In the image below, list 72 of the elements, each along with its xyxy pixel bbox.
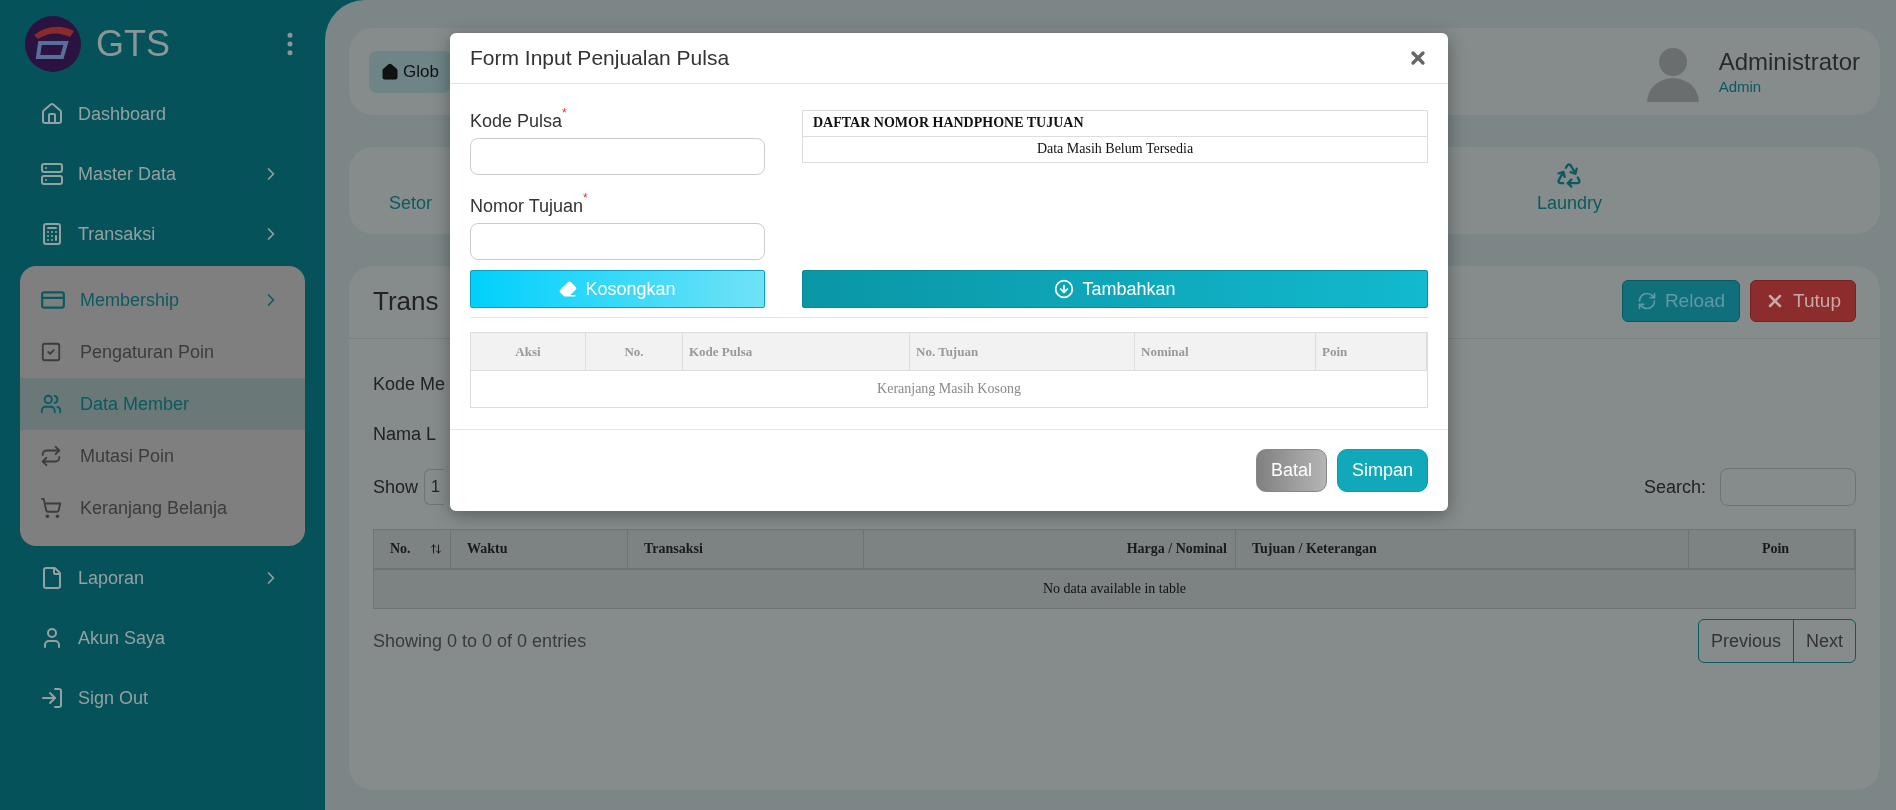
input-field[interactable] xyxy=(470,223,765,260)
column-header: No. xyxy=(586,333,683,371)
submenu-item[interactable]: Pengaturan Poin xyxy=(20,326,305,378)
required-mark: * xyxy=(562,106,567,120)
reload-button[interactable]: Reload xyxy=(1621,280,1741,322)
column-header: Nominal xyxy=(1135,333,1316,371)
panel-title: Trans xyxy=(373,285,439,317)
sidebar-item[interactable]: Akun Saya xyxy=(20,608,305,668)
empty-message: Keranjang Masih Kosong xyxy=(876,380,1022,398)
field-label: Nama L xyxy=(373,422,437,446)
sidebar-item[interactable]: Membership xyxy=(20,274,305,326)
eraser-icon xyxy=(559,280,578,298)
sidebar-item[interactable]: Master Data xyxy=(20,144,305,204)
close-button[interactable]: Tutup xyxy=(1750,280,1856,322)
close-button[interactable] xyxy=(1408,48,1428,68)
checkbox-icon xyxy=(40,341,62,363)
show-label: Show xyxy=(373,476,419,498)
file-icon xyxy=(40,566,64,590)
recycle-icon xyxy=(1555,161,1584,189)
column-header: Poin xyxy=(1316,333,1427,371)
modal-title: Form Input Penjualan Pulsa xyxy=(470,46,730,70)
submenu-item[interactable]: Keranjang Belanja xyxy=(20,482,305,534)
column-header[interactable]: Transaksi xyxy=(628,530,864,570)
brand-name: GTS xyxy=(96,23,171,65)
user-name: Administrator xyxy=(1718,48,1860,76)
logo-icon xyxy=(24,15,82,73)
column-header[interactable]: No. xyxy=(374,530,451,570)
length-select[interactable]: 1 xyxy=(424,469,445,505)
shortcut-link[interactable]: Setor xyxy=(389,193,433,214)
column-header: Aksi xyxy=(471,333,586,371)
field-label: Kode Pulsa xyxy=(470,111,563,132)
server-icon xyxy=(40,162,64,186)
sidebar-item[interactable]: Laporan xyxy=(20,548,305,608)
save-button[interactable]: Simpan xyxy=(1336,449,1428,492)
users-icon xyxy=(40,393,62,415)
sidebar-item[interactable]: Transaksi xyxy=(20,204,305,264)
add-button[interactable]: Tambahkan xyxy=(802,270,1428,308)
column-header[interactable]: Harga / Nominal xyxy=(864,530,1236,570)
cart-icon xyxy=(40,497,62,519)
home-icon xyxy=(381,62,399,81)
search-field[interactable] xyxy=(1720,468,1856,506)
page-button[interactable]: Previous xyxy=(1698,620,1793,662)
column-header[interactable]: Waktu xyxy=(451,530,628,570)
sidebar-item[interactable]: Dashboard xyxy=(20,84,305,144)
input-field[interactable] xyxy=(470,138,765,175)
column-header: No. Tujuan xyxy=(910,333,1135,371)
repeat-icon xyxy=(40,445,62,467)
sidebar-item[interactable]: Sign Out xyxy=(20,668,305,728)
page-button[interactable]: Next xyxy=(1793,620,1855,662)
submenu-item[interactable]: Mutasi Poin xyxy=(20,430,305,482)
refresh-icon xyxy=(1636,291,1657,311)
shortcut-link[interactable]: Laundry xyxy=(1536,193,1602,214)
submenu-item[interactable]: Data Member xyxy=(20,378,305,430)
table-title: DAFTAR NOMOR HANDPHONE TUJUAN xyxy=(803,111,1427,137)
sign-out-icon xyxy=(40,686,64,710)
arrow-down-circle-icon xyxy=(1054,279,1075,299)
field-label: Kode Me xyxy=(373,372,446,396)
empty-message: No data available in table xyxy=(374,570,1855,608)
empty-message: Data Masih Belum Tersedia xyxy=(1035,140,1195,158)
home-icon xyxy=(40,102,64,126)
cancel-button[interactable]: Batal xyxy=(1255,449,1327,492)
sort-icon xyxy=(430,543,442,555)
table-info: Showing 0 to 0 of 0 entries xyxy=(373,630,587,652)
search-label: Search: xyxy=(1643,476,1706,498)
user-role: Admin xyxy=(1718,78,1763,95)
column-header[interactable]: Poin xyxy=(1689,530,1855,570)
field-label: Nomor Tujuan xyxy=(470,196,584,217)
global-button[interactable]: Glob xyxy=(369,50,451,93)
required-mark: * xyxy=(583,191,588,205)
calculator-icon xyxy=(40,222,64,246)
column-header: Kode Pulsa xyxy=(683,333,910,371)
column-header[interactable]: Tujuan / Keterangan xyxy=(1236,530,1689,570)
